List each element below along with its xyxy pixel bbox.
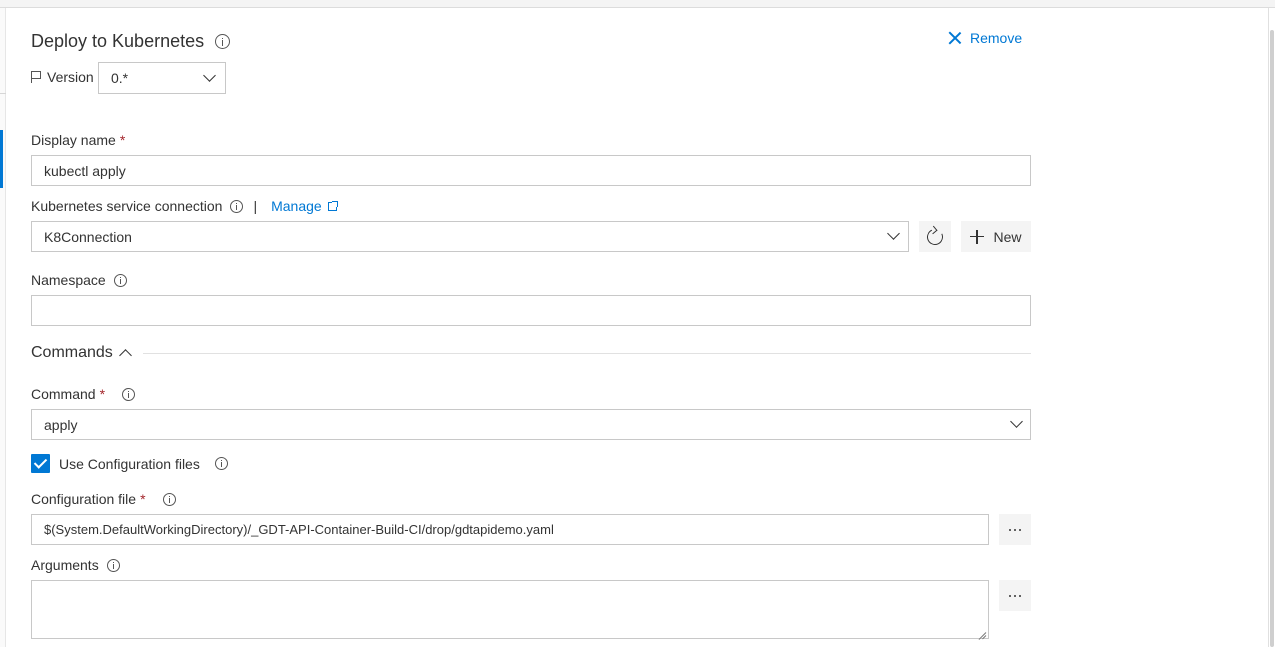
- required-marker: *: [99, 386, 106, 402]
- manage-link-label: Manage: [271, 198, 322, 214]
- service-connection-label: Kubernetes service connection | Manage: [31, 198, 338, 214]
- command-label-text: Command: [31, 386, 96, 402]
- namespace-label-text: Namespace: [31, 272, 106, 288]
- service-connection-label-text: Kubernetes service connection: [31, 198, 223, 214]
- scrollbar-thumb[interactable]: [1270, 30, 1274, 647]
- section-divider: [143, 353, 1031, 354]
- display-name-value: kubectl apply: [44, 162, 126, 179]
- display-name-label-text: Display name: [31, 132, 116, 148]
- info-icon[interactable]: [106, 558, 120, 572]
- chevron-down-icon: [887, 227, 900, 240]
- info-icon[interactable]: [162, 492, 176, 506]
- use-config-files-row: Use Configuration files: [31, 454, 228, 473]
- ellipsis-dot: [1014, 594, 1016, 597]
- command-value: apply: [44, 416, 78, 433]
- external-link-icon: [327, 200, 338, 211]
- config-file-label: Configuration file *: [31, 491, 176, 507]
- arguments-label: Arguments: [31, 557, 120, 573]
- display-name-label: Display name *: [31, 132, 125, 148]
- remove-label: Remove: [970, 30, 1023, 46]
- top-frame-border: [0, 0, 1275, 8]
- new-connection-button[interactable]: New: [961, 221, 1031, 252]
- version-label-text: Version: [47, 69, 94, 85]
- flag-icon: [31, 71, 42, 83]
- new-connection-label: New: [993, 228, 1022, 245]
- ellipsis-dot: [1019, 594, 1021, 597]
- ellipsis-dot: [1019, 528, 1021, 531]
- use-config-files-checkbox[interactable]: [31, 454, 50, 473]
- close-icon: [948, 31, 962, 45]
- commands-section-title: Commands: [31, 344, 113, 361]
- ellipsis-icon: [1009, 528, 1011, 531]
- info-icon[interactable]: [215, 33, 231, 49]
- info-icon[interactable]: [214, 457, 228, 470]
- info-icon[interactable]: [230, 199, 244, 213]
- config-file-value: $(System.DefaultWorkingDirectory)/_GDT-A…: [44, 522, 554, 537]
- version-select-value: 0.*: [111, 70, 129, 86]
- info-icon[interactable]: [113, 273, 127, 287]
- chevron-down-icon: [1010, 415, 1023, 428]
- commands-section-header[interactable]: Commands: [31, 344, 132, 362]
- separator: |: [253, 198, 258, 214]
- command-select[interactable]: apply: [31, 409, 1031, 440]
- refresh-button[interactable]: [919, 221, 951, 252]
- refresh-icon: [924, 226, 946, 247]
- resize-handle[interactable]: [978, 628, 986, 636]
- task-title: Deploy to Kubernetes: [31, 30, 231, 52]
- command-label: Command *: [31, 386, 136, 402]
- config-file-browse-button[interactable]: [999, 514, 1031, 545]
- config-file-input[interactable]: $(System.DefaultWorkingDirectory)/_GDT-A…: [31, 514, 989, 545]
- manage-link[interactable]: Manage: [271, 198, 338, 214]
- left-panel-edge: [0, 8, 6, 647]
- use-config-files-label: Use Configuration files: [59, 455, 200, 472]
- namespace-label: Namespace: [31, 272, 127, 288]
- arguments-textarea[interactable]: [31, 580, 989, 639]
- required-marker: *: [140, 491, 146, 507]
- arguments-label-text: Arguments: [31, 557, 99, 573]
- display-name-input[interactable]: kubectl apply: [31, 155, 1031, 186]
- chevron-up-icon: [118, 349, 132, 362]
- remove-button[interactable]: Remove: [948, 30, 1022, 46]
- plus-icon: [970, 229, 985, 244]
- task-title-text: Deploy to Kubernetes: [31, 31, 205, 51]
- version-select[interactable]: 0.*: [98, 62, 226, 94]
- service-connection-value: K8Connection: [44, 228, 132, 245]
- arguments-more-button[interactable]: [999, 580, 1031, 611]
- service-connection-select[interactable]: K8Connection: [31, 221, 909, 252]
- ellipsis-icon: [1009, 594, 1011, 597]
- info-icon[interactable]: [122, 387, 136, 401]
- namespace-input[interactable]: [31, 295, 1031, 326]
- required-marker: *: [119, 132, 126, 148]
- ellipsis-dot: [1014, 528, 1016, 531]
- left-panel-selection-indicator: [0, 130, 3, 188]
- config-file-label-text: Configuration file: [31, 491, 137, 507]
- version-label: Version: [31, 69, 94, 85]
- chevron-down-icon: [203, 69, 216, 82]
- left-panel-divider: [0, 93, 6, 94]
